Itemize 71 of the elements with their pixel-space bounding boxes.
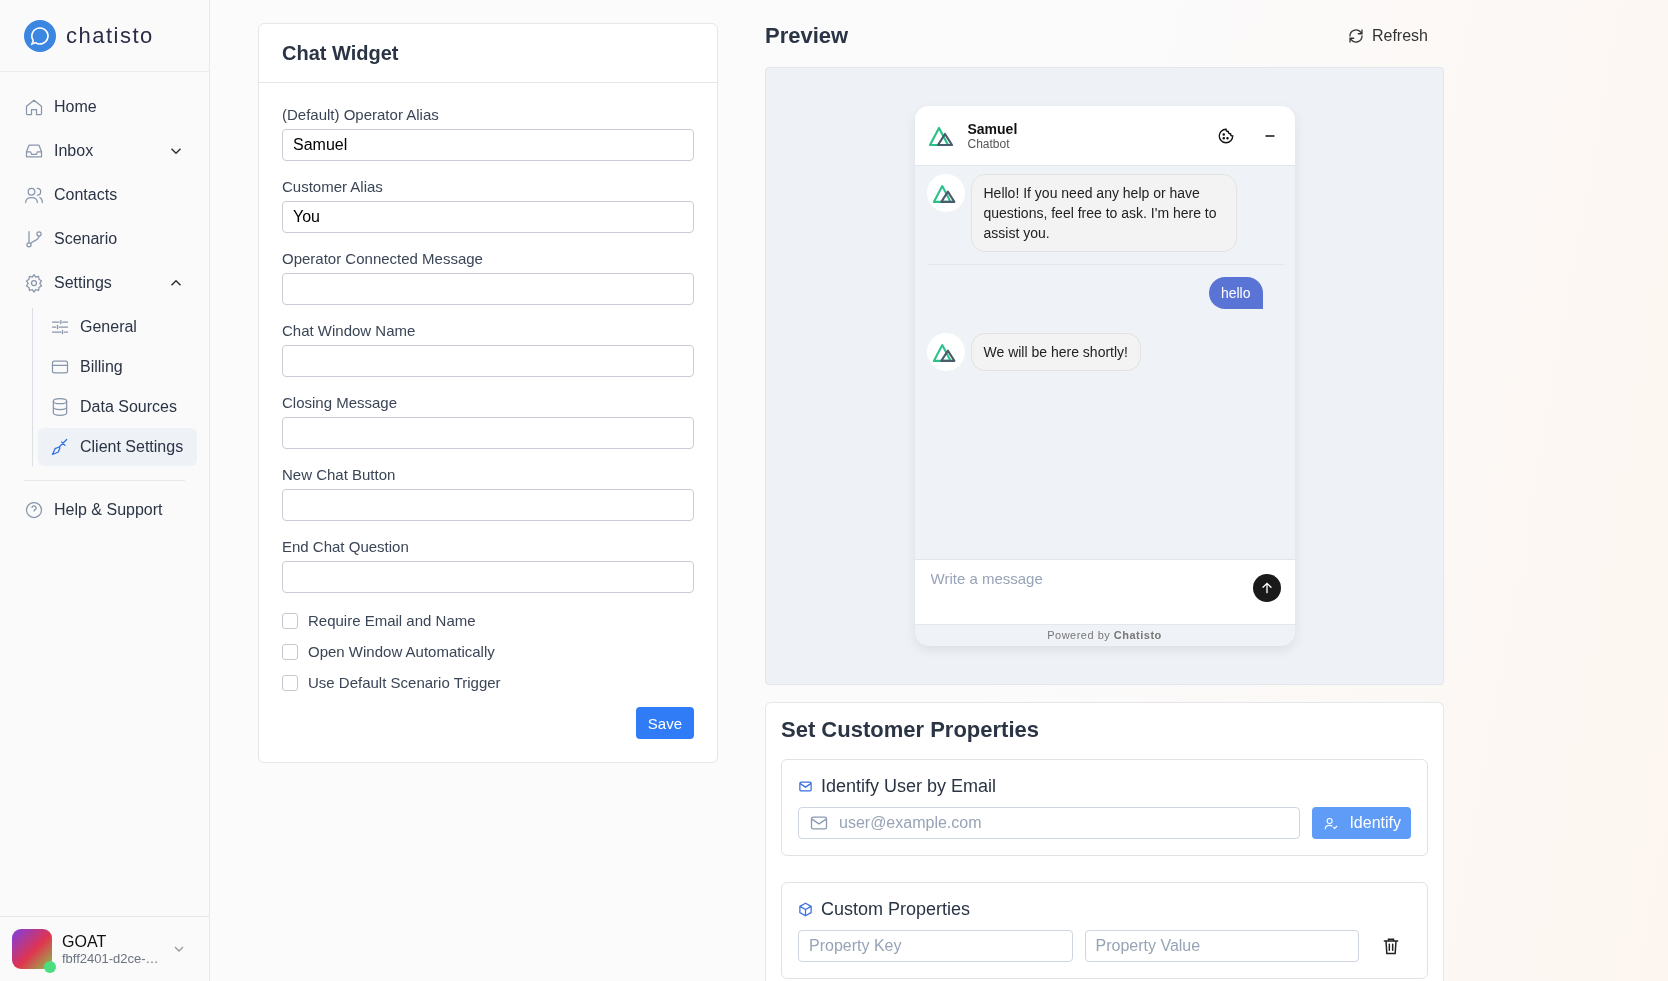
refresh-icon: [1346, 27, 1365, 45]
sliders-icon: [50, 317, 70, 337]
input-field[interactable]: [282, 417, 694, 449]
users-icon: [24, 185, 44, 205]
input-field[interactable]: You: [282, 201, 694, 233]
bot-avatar: [926, 174, 965, 212]
help-link[interactable]: Help & Support: [12, 491, 197, 529]
field-label: Operator Connected Message: [282, 250, 484, 267]
input-field[interactable]: [282, 561, 694, 593]
user-id: fbff2401-d2ce-…: [62, 950, 160, 966]
cube-icon: [798, 902, 813, 917]
database-icon: [50, 397, 70, 417]
message-field[interactable]: Write a message: [914, 559, 1295, 624]
email-field[interactable]: user@example.com: [798, 807, 1301, 839]
input-field[interactable]: [282, 489, 694, 521]
powered-by-text: Powered by Chatisto: [914, 624, 1295, 646]
field-label: Customer Alias: [282, 178, 384, 195]
operator-role: Chatbot: [967, 136, 1011, 151]
send-button[interactable]: [1252, 574, 1281, 602]
checkbox[interactable]: [282, 643, 298, 660]
nav-item[interactable]: Data Sources: [38, 388, 197, 426]
field-label: End Chat Question: [282, 538, 410, 555]
checkbox[interactable]: [282, 612, 298, 629]
chat-bubble-logo-icon: [24, 19, 56, 52]
checkbox-label: Use Default Scenario Trigger: [308, 674, 501, 691]
nav-item[interactable]: Client Settings: [38, 428, 197, 466]
mail-icon: [798, 779, 813, 794]
home-icon: [24, 97, 44, 117]
input-field[interactable]: [282, 273, 694, 305]
checkbox[interactable]: [282, 674, 298, 691]
field-label: New Chat Button: [282, 466, 397, 483]
settings-icon: [24, 273, 44, 293]
nav-item[interactable]: Contacts: [12, 176, 197, 214]
section-title: Custom Properties: [821, 899, 971, 920]
nav-item[interactable]: Home: [12, 88, 197, 126]
field-label: (Default) Operator Alias: [282, 106, 440, 123]
user-name: GOAT: [62, 932, 108, 951]
section-title: Identify User by Email: [821, 776, 997, 797]
refresh-button[interactable]: Refresh: [1340, 26, 1434, 46]
trash-icon[interactable]: [1381, 936, 1401, 956]
account-switcher[interactable]: GOAT fbff2401-d2ce-…: [0, 916, 209, 981]
user-check-icon: [1324, 815, 1340, 831]
operator-name: Samuel: [967, 120, 1019, 137]
input-field[interactable]: [282, 345, 694, 377]
bot-message: Hello! If you need any help or have questions, feel free to ask. I'm here to assist you.: [970, 174, 1237, 252]
nav-item[interactable]: Scenario: [12, 220, 197, 258]
property-value-field[interactable]: Property Value: [1084, 930, 1359, 962]
bot-message: We will be here shortly!: [970, 333, 1141, 371]
property-key-field[interactable]: Property Key: [798, 930, 1073, 962]
checkbox-label: Require Email and Name: [308, 612, 476, 629]
bot-avatar: [926, 333, 965, 371]
nav-item[interactable]: General: [38, 308, 197, 346]
preview-title: Preview: [765, 23, 849, 49]
brand-name: chatisto: [66, 22, 154, 49]
message-input[interactable]: Write a message: [930, 568, 1253, 588]
nav-item[interactable]: Inbox: [12, 132, 197, 170]
nav-item[interactable]: Billing: [38, 348, 197, 386]
email-input[interactable]: user@example.com: [837, 813, 1290, 833]
cookie-icon[interactable]: [1216, 126, 1235, 145]
save-button[interactable]: Save: [635, 707, 694, 739]
card-title: Chat Widget: [259, 24, 717, 83]
branch-icon: [24, 229, 44, 249]
input-field[interactable]: Samuel: [282, 129, 694, 161]
field-label: Closing Message: [282, 394, 399, 411]
user-message: hello: [1208, 277, 1263, 309]
card-title: Set Customer Properties: [781, 717, 1040, 743]
checkbox-label: Open Window Automatically: [308, 643, 495, 660]
nav-item[interactable]: Settings: [12, 264, 197, 302]
field-label: Chat Window Name: [282, 322, 417, 339]
brush-icon: [50, 437, 70, 457]
help-icon: [24, 500, 44, 520]
